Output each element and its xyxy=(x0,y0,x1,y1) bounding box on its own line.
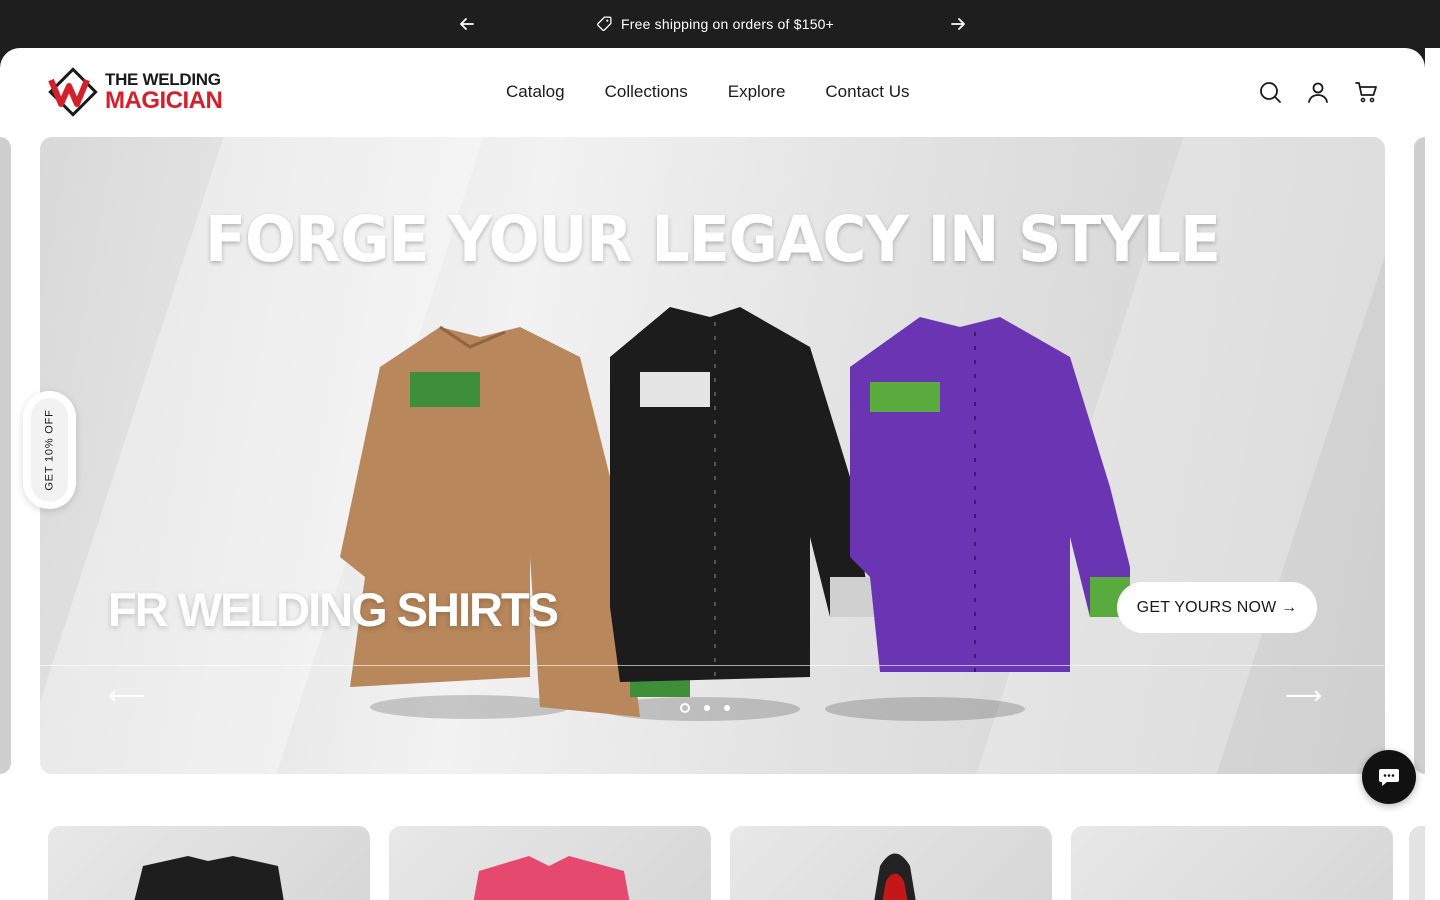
search-icon xyxy=(1260,82,1281,103)
discount-tab[interactable]: GET 10% OFF xyxy=(23,391,76,509)
page-edge xyxy=(1425,48,1440,900)
slide-prev-button[interactable]: ⟵ xyxy=(108,682,145,708)
arrow-left-icon xyxy=(460,18,474,30)
hero-title: FORGE YOUR LEGACY IN STYLE xyxy=(205,203,1221,277)
product-card[interactable] xyxy=(389,826,711,900)
chat-button[interactable] xyxy=(1362,750,1416,804)
account-button[interactable] xyxy=(1306,80,1330,104)
chat-bubble-icon xyxy=(1379,769,1399,786)
search-button[interactable] xyxy=(1258,80,1282,104)
next-product-card-peek xyxy=(1409,826,1425,900)
hero-subtitle: FR WELDING SHIRTS xyxy=(108,583,559,636)
nav-contact-us[interactable]: Contact Us xyxy=(825,82,909,102)
tag-icon xyxy=(597,16,612,31)
logo-line-1: THE WELDING xyxy=(105,70,221,89)
cart-icon xyxy=(1355,82,1377,103)
header-icons xyxy=(1258,80,1378,104)
nav-catalog[interactable]: Catalog xyxy=(506,82,565,102)
announcement-bar: Free shipping on orders of $150+ xyxy=(0,0,1440,48)
announcement-text: Free shipping on orders of $150+ xyxy=(621,15,835,32)
slide-dot-3[interactable] xyxy=(724,705,730,711)
site-header: THE WELDING MAGICIAN Catalog Collections… xyxy=(0,48,1425,137)
site-logo[interactable]: THE WELDING MAGICIAN xyxy=(47,66,223,118)
main-nav: Catalog Collections Explore Contact Us xyxy=(506,82,910,102)
announcement-prev-button[interactable] xyxy=(457,14,477,34)
announcement-message: Free shipping on orders of $150+ xyxy=(596,15,834,32)
discount-tab-inner: GET 10% OFF xyxy=(31,398,68,502)
discount-tab-label: GET 10% OFF xyxy=(43,409,56,491)
product-card[interactable] xyxy=(1071,826,1393,900)
nav-explore[interactable]: Explore xyxy=(728,82,786,102)
next-slide-peek xyxy=(1414,137,1425,774)
account-icon xyxy=(1308,82,1328,103)
page-panel: THE WELDING MAGICIAN Catalog Collections… xyxy=(0,48,1425,900)
slide-dots xyxy=(680,703,730,713)
hero-shirts-image xyxy=(340,307,1130,721)
product-card[interactable] xyxy=(730,826,1052,900)
hero-divider xyxy=(40,665,1385,666)
slide-dot-1[interactable] xyxy=(680,703,690,713)
product-image xyxy=(874,853,916,900)
logo-mark-icon xyxy=(48,67,98,117)
product-card[interactable] xyxy=(48,826,370,900)
slide-dot-2[interactable] xyxy=(704,705,710,711)
slide-next-button[interactable]: ⟶ xyxy=(1285,682,1322,708)
cart-button[interactable] xyxy=(1354,80,1378,104)
nav-collections[interactable]: Collections xyxy=(605,82,688,102)
get-yours-now-button[interactable]: GET YOURS NOW → xyxy=(1117,582,1317,633)
previous-slide-peek xyxy=(0,137,11,774)
arrow-right-icon xyxy=(951,18,965,30)
product-image xyxy=(134,856,284,900)
product-image xyxy=(473,856,630,900)
announcement-next-button[interactable] xyxy=(948,14,968,34)
hero-slider: FORGE YOUR LEGACY IN STYLE FR WELDING SH… xyxy=(40,137,1385,774)
logo-wordmark: THE WELDING MAGICIAN xyxy=(105,70,223,114)
product-cards-row xyxy=(48,826,1393,900)
logo-line-2: MAGICIAN xyxy=(105,87,223,114)
